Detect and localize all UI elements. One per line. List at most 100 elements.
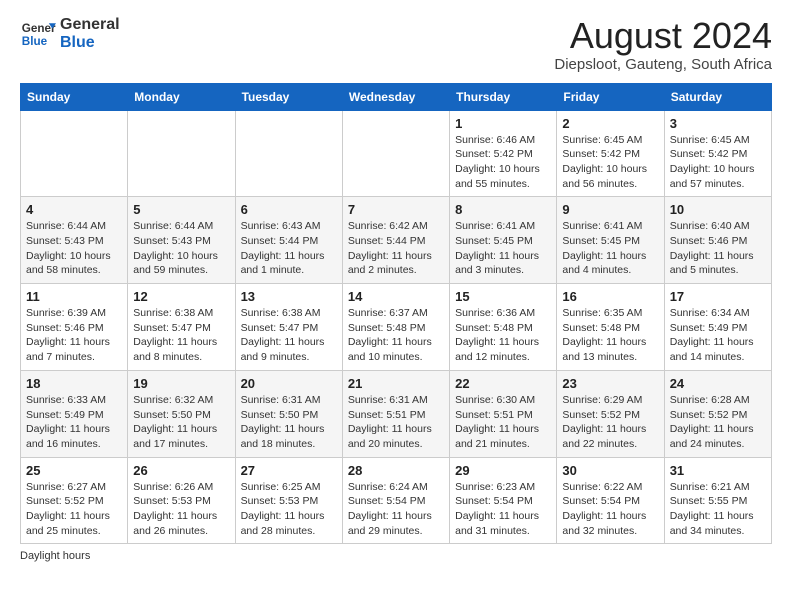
col-header-monday: Monday [128,83,235,110]
day-info: Sunrise: 6:34 AMSunset: 5:49 PMDaylight:… [670,306,766,365]
calendar-cell: 3 Sunrise: 6:45 AMSunset: 5:42 PMDaylight… [664,110,771,197]
day-info: Sunrise: 6:39 AMSunset: 5:46 PMDaylight:… [26,306,122,365]
day-number: 8 [455,202,551,217]
header: General Blue General Blue August 2024 Di… [20,16,772,73]
calendar-cell: 26 Sunrise: 6:26 AMSunset: 5:53 PMDayligh… [128,457,235,544]
day-number: 22 [455,376,551,391]
calendar-cell: 17 Sunrise: 6:34 AMSunset: 5:49 PMDayligh… [664,284,771,371]
calendar-week-5: 25Sunrise: 6:27 AMSunset: 5:52 PMDayligh… [21,457,772,544]
calendar-cell [21,110,128,197]
calendar-cell: 7 Sunrise: 6:42 AMSunset: 5:44 PMDaylight… [342,197,449,284]
calendar-cell: 24Sunrise: 6:28 AMSunset: 5:52 PMDayligh… [664,370,771,457]
logo: General Blue General Blue [20,16,120,52]
calendar-week-3: 11 Sunrise: 6:39 AMSunset: 5:46 PMDayligh… [21,284,772,371]
calendar-cell: 10 Sunrise: 6:40 AMSunset: 5:46 PMDayligh… [664,197,771,284]
calendar-cell: 31Sunrise: 6:21 AMSunset: 5:55 PMDayligh… [664,457,771,544]
calendar-cell: 1 Sunrise: 6:46 AMSunset: 5:42 PMDaylight… [450,110,557,197]
calendar-cell: 8 Sunrise: 6:41 AMSunset: 5:45 PMDaylight… [450,197,557,284]
day-number: 12 [133,289,229,304]
day-number: 17 [670,289,766,304]
page-subtitle: Diepsloot, Gauteng, South Africa [554,56,772,73]
calendar-cell: 2 Sunrise: 6:45 AMSunset: 5:42 PMDaylight… [557,110,664,197]
day-number: 11 [26,289,122,304]
day-info: Sunrise: 6:44 AMSunset: 5:43 PMDaylight:… [133,219,229,278]
calendar-cell: 6 Sunrise: 6:43 AMSunset: 5:44 PMDaylight… [235,197,342,284]
day-info: Sunrise: 6:45 AMSunset: 5:42 PMDaylight:… [670,133,766,192]
calendar-cell: 22 Sunrise: 6:30 AMSunset: 5:51 PMDayligh… [450,370,557,457]
logo-text-general: General [60,16,120,34]
calendar-cell: 4Sunrise: 6:44 AMSunset: 5:43 PMDaylight… [21,197,128,284]
day-info: Sunrise: 6:21 AMSunset: 5:55 PMDaylight:… [670,480,766,539]
day-number: 21 [348,376,444,391]
day-info: Sunrise: 6:31 AMSunset: 5:51 PMDaylight:… [348,393,444,452]
day-number: 26 [133,463,229,478]
day-info: Sunrise: 6:38 AMSunset: 5:47 PMDaylight:… [241,306,337,365]
day-info: Sunrise: 6:27 AMSunset: 5:52 PMDaylight:… [26,480,122,539]
day-info: Sunrise: 6:43 AMSunset: 5:44 PMDaylight:… [241,219,337,278]
calendar-cell: 21 Sunrise: 6:31 AMSunset: 5:51 PMDayligh… [342,370,449,457]
col-header-saturday: Saturday [664,83,771,110]
calendar-cell [128,110,235,197]
calendar-cell: 28Sunrise: 6:24 AMSunset: 5:54 PMDayligh… [342,457,449,544]
day-info: Sunrise: 6:37 AMSunset: 5:48 PMDaylight:… [348,306,444,365]
day-info: Sunrise: 6:24 AMSunset: 5:54 PMDaylight:… [348,480,444,539]
day-info: Sunrise: 6:38 AMSunset: 5:47 PMDaylight:… [133,306,229,365]
day-info: Sunrise: 6:30 AMSunset: 5:51 PMDaylight:… [455,393,551,452]
calendar-cell: 18Sunrise: 6:33 AMSunset: 5:49 PMDayligh… [21,370,128,457]
page-title: August 2024 [554,16,772,56]
day-info: Sunrise: 6:46 AMSunset: 5:42 PMDaylight:… [455,133,551,192]
footer-note: Daylight hours [20,550,772,562]
day-number: 2 [562,116,658,131]
calendar-cell: 5 Sunrise: 6:44 AMSunset: 5:43 PMDaylight… [128,197,235,284]
day-info: Sunrise: 6:41 AMSunset: 5:45 PMDaylight:… [455,219,551,278]
calendar-cell: 23Sunrise: 6:29 AMSunset: 5:52 PMDayligh… [557,370,664,457]
calendar-cell: 27Sunrise: 6:25 AMSunset: 5:53 PMDayligh… [235,457,342,544]
calendar-cell: 19 Sunrise: 6:32 AMSunset: 5:50 PMDayligh… [128,370,235,457]
day-number: 10 [670,202,766,217]
calendar-cell [235,110,342,197]
day-info: Sunrise: 6:22 AMSunset: 5:54 PMDaylight:… [562,480,658,539]
day-number: 9 [562,202,658,217]
calendar-cell: 9Sunrise: 6:41 AMSunset: 5:45 PMDaylight… [557,197,664,284]
logo-icon: General Blue [20,16,56,52]
day-info: Sunrise: 6:23 AMSunset: 5:54 PMDaylight:… [455,480,551,539]
day-number: 16 [562,289,658,304]
day-number: 5 [133,202,229,217]
day-number: 3 [670,116,766,131]
svg-text:Blue: Blue [22,35,48,48]
calendar-week-2: 4 Sunrise: 6:44 AMSunset: 5:43 PMDaylight… [21,197,772,284]
day-number: 4 [26,202,122,217]
calendar-cell: 14 Sunrise: 6:37 AMSunset: 5:48 PMDayligh… [342,284,449,371]
day-info: Sunrise: 6:32 AMSunset: 5:50 PMDaylight:… [133,393,229,452]
day-number: 6 [241,202,337,217]
calendar-cell [342,110,449,197]
day-number: 7 [348,202,444,217]
day-info: Sunrise: 6:31 AMSunset: 5:50 PMDaylight:… [241,393,337,452]
calendar-cell: 12 Sunrise: 6:38 AMSunset: 5:47 PMDayligh… [128,284,235,371]
day-number: 15 [455,289,551,304]
day-info: Sunrise: 6:42 AMSunset: 5:44 PMDaylight:… [348,219,444,278]
calendar-cell: 13Sunrise: 6:38 AMSunset: 5:47 PMDayligh… [235,284,342,371]
day-info: Sunrise: 6:45 AMSunset: 5:42 PMDaylight:… [562,133,658,192]
title-area: August 2024 Diepsloot, Gauteng, South Af… [554,16,772,73]
logo-text-blue: Blue [60,34,120,52]
day-info: Sunrise: 6:35 AMSunset: 5:48 PMDaylight:… [562,306,658,365]
day-info: Sunrise: 6:40 AMSunset: 5:46 PMDaylight:… [670,219,766,278]
calendar-cell: 11 Sunrise: 6:39 AMSunset: 5:46 PMDayligh… [21,284,128,371]
calendar-cell: 15 Sunrise: 6:36 AMSunset: 5:48 PMDayligh… [450,284,557,371]
calendar-table: SundayMondayTuesdayWednesdayThursdayFrid… [20,83,772,545]
day-number: 1 [455,116,551,131]
day-number: 27 [241,463,337,478]
calendar-cell: 30Sunrise: 6:22 AMSunset: 5:54 PMDayligh… [557,457,664,544]
calendar-cell: 29Sunrise: 6:23 AMSunset: 5:54 PMDayligh… [450,457,557,544]
day-info: Sunrise: 6:29 AMSunset: 5:52 PMDaylight:… [562,393,658,452]
day-number: 19 [133,376,229,391]
col-header-sunday: Sunday [21,83,128,110]
calendar-week-4: 18Sunrise: 6:33 AMSunset: 5:49 PMDayligh… [21,370,772,457]
calendar-cell: 16 Sunrise: 6:35 AMSunset: 5:48 PMDayligh… [557,284,664,371]
col-header-tuesday: Tuesday [235,83,342,110]
day-info: Sunrise: 6:36 AMSunset: 5:48 PMDaylight:… [455,306,551,365]
day-number: 14 [348,289,444,304]
day-info: Sunrise: 6:26 AMSunset: 5:53 PMDaylight:… [133,480,229,539]
col-header-friday: Friday [557,83,664,110]
